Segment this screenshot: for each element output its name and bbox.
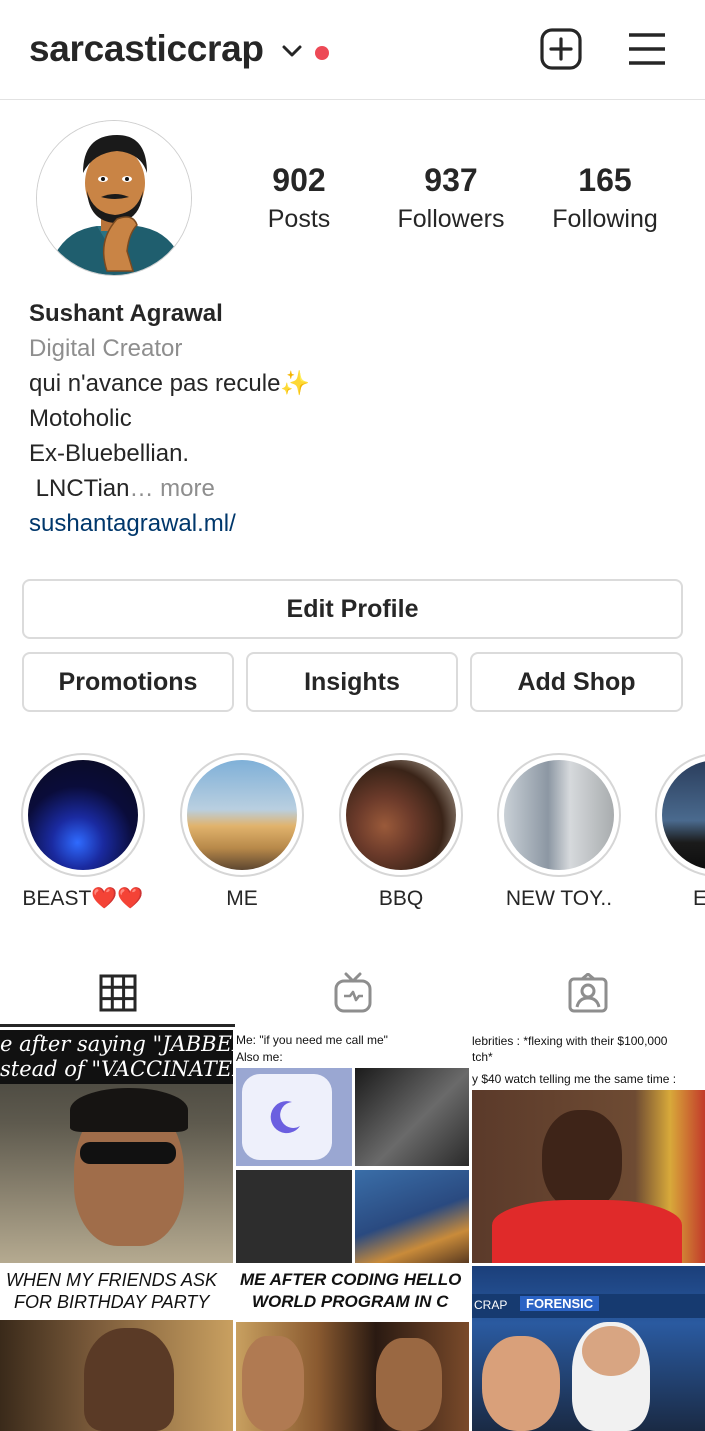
post-caption-box: CRAP FORENSIC [472,1294,705,1318]
highlight-item[interactable]: ME [180,753,304,911]
profile-bio: Sushant Agrawal Digital Creator qui n'av… [29,296,310,541]
highlight-label: BBQ [378,887,424,910]
post-illustration [242,1336,304,1431]
post-caption: FOR BIRTHDAY PARTY [14,1292,210,1312]
post-thumbnail[interactable]: e after saying "JABBED" stead of "VACCIN… [0,1030,233,1263]
display-name: Sushant Agrawal [29,300,223,327]
highlight-thumbnail [662,760,705,870]
following-value: 165 [578,162,632,198]
highlight-ring [180,753,304,877]
highlight-ring [339,753,463,877]
top-bar: sarcasticcrap [0,0,705,100]
bio-line: Ex-Bluebellian. [29,440,190,467]
new-post-icon[interactable] [540,28,582,70]
post-panel [236,1170,352,1263]
bio-line: qui n'avance pas recule✨ [29,370,311,397]
post-caption: lebrities : *flexing with their $100,000 [472,1034,668,1048]
post-illustration [70,1088,188,1132]
posts-value: 902 [272,162,326,198]
post-caption: y $40 watch telling me the same time : [472,1072,677,1086]
post-caption: WORLD PROGRAM IN C [252,1292,449,1311]
post-thumbnail[interactable]: lebrities : *flexing with their $100,000… [472,1030,705,1263]
bio-line: LNCTian [29,475,130,502]
edit-profile-button[interactable]: Edit Profile [22,579,683,639]
highlight-ring [497,753,621,877]
post-caption: Also me: [236,1050,283,1064]
following-count[interactable]: 165 Following [535,162,675,234]
post-caption: WHEN MY FRIENDS ASK [6,1270,218,1290]
igtv-icon [334,972,371,1013]
post-caption: Me: "if you need me call me" [236,1033,388,1047]
post-caption-box: lebrities : *flexing with their $100,000… [472,1030,705,1090]
tab-igtv[interactable] [235,958,470,1028]
post-caption: e after saying "JABBED" [0,1032,233,1056]
post-caption: stead of "VACCINATED" [0,1057,233,1081]
posts-label: Posts [267,205,331,233]
profile-avatar[interactable] [36,120,192,276]
post-caption: ME AFTER CODING HELLO [240,1270,462,1289]
highlight-item[interactable]: E [655,753,705,911]
username-title[interactable]: sarcasticcrap [29,28,264,70]
post-illustration [80,1142,176,1164]
post-thumbnail[interactable]: Me: "if you need me call me" Also me: [236,1030,469,1263]
post-illustration [582,1326,640,1376]
highlight-thumbnail [504,760,614,870]
posts-count[interactable]: 902 Posts [229,162,369,234]
post-caption: FORENSIC [520,1296,600,1311]
tab-tagged[interactable] [470,958,705,1028]
post-illustration [492,1200,682,1263]
followers-label: Followers [397,205,505,233]
post-caption: CRAP [474,1298,508,1312]
following-label: Following [552,205,658,233]
tab-grid[interactable] [0,958,235,1028]
avatar-illustration [37,121,191,275]
bio-line-truncated: LNCTian… more [29,471,310,506]
highlight-ring [21,753,145,877]
post-thumbnail[interactable]: ME AFTER CODING HELLO WORLD PROGRAM IN C [236,1266,469,1431]
add-shop-button[interactable]: Add Shop [470,652,683,712]
highlight-label: BEAST❤️❤️ [22,887,144,910]
post-illustration [376,1338,442,1431]
grid-icon [99,974,136,1012]
post-panel [355,1170,469,1263]
bio-line: Motoholic [29,405,132,432]
highlight-thumbnail [346,760,456,870]
notification-dot [315,46,329,60]
post-illustration [542,1110,622,1210]
post-caption: tch* [472,1050,493,1064]
highlight-thumbnail [187,760,297,870]
post-illustration [482,1336,560,1431]
followers-count[interactable]: 937 Followers [381,162,521,234]
tagged-icon [568,973,607,1013]
post-caption-box: e after saying "JABBED" stead of "VACCIN… [0,1030,233,1084]
highlight-item[interactable]: NEW TOY.. [497,753,621,911]
highlight-ring [655,753,705,877]
insights-button[interactable]: Insights [246,652,458,712]
post-caption-box: WHEN MY FRIENDS ASK FOR BIRTHDAY PARTY [0,1266,233,1320]
highlight-item[interactable]: BBQ [339,753,463,911]
post-illustration [84,1328,174,1431]
post-thumbnail[interactable]: WHEN MY FRIENDS ASK FOR BIRTHDAY PARTY [0,1266,233,1431]
highlight-label: E [693,887,705,910]
moon-icon [270,1101,300,1134]
menu-icon[interactable] [628,32,666,66]
category-label: Digital Creator [29,335,183,362]
highlight-label: ME [226,887,258,910]
highlight-thumbnail [28,760,138,870]
highlight-item[interactable]: BEAST❤️❤️ [21,753,145,911]
post-caption-box: ME AFTER CODING HELLO WORLD PROGRAM IN C [236,1266,469,1322]
website-link[interactable]: sushantagrawal.ml/ [29,506,310,541]
post-panel [355,1068,469,1166]
bio-more-link[interactable]: … more [129,475,214,502]
active-tab-indicator [0,1024,235,1027]
post-thumbnail[interactable]: CRAP FORENSIC [472,1266,705,1431]
promotions-button[interactable]: Promotions [22,652,234,712]
highlight-label: NEW TOY.. [505,887,613,910]
followers-value: 937 [424,162,478,198]
highlight-partial: E [655,753,705,911]
chevron-down-icon[interactable] [281,40,303,62]
